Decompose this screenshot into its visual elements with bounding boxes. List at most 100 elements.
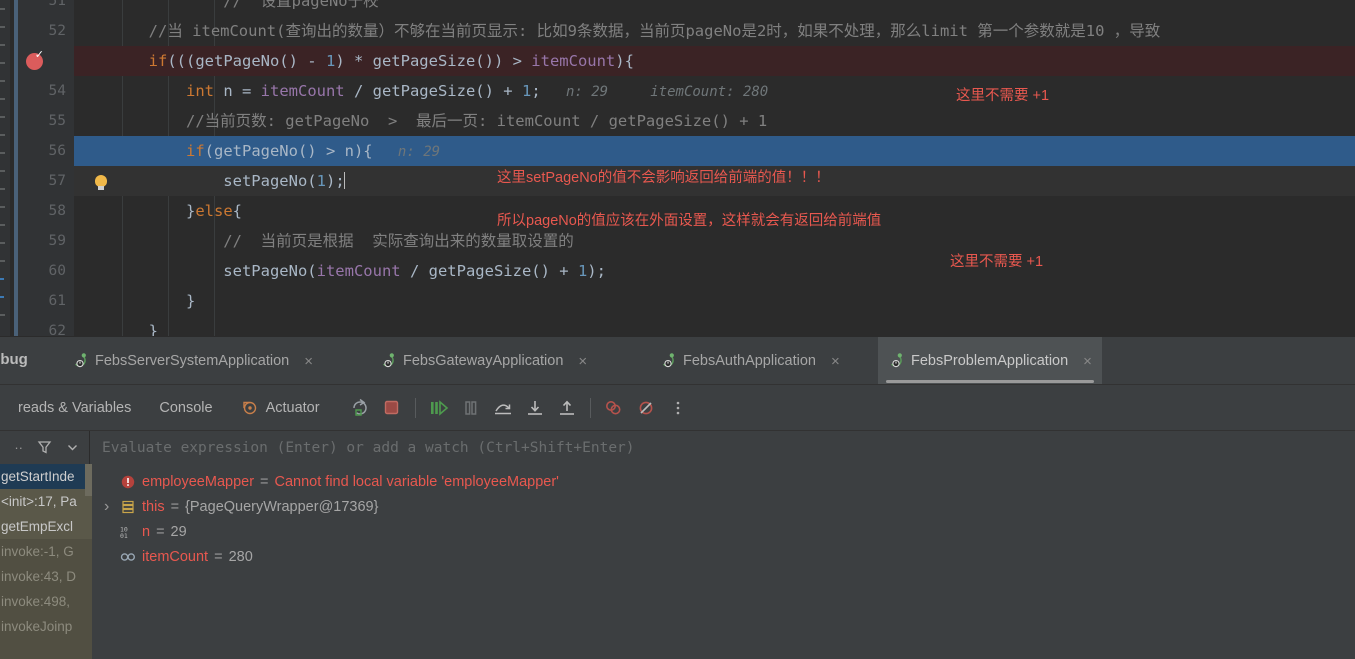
code-token: if [148,52,168,70]
primitive-icon: 10 01 [120,524,136,540]
watch-tools[interactable]: ·· [0,430,90,465]
editor-gutter[interactable]: 51 52 54 55 56 57 58 59 60 61 62 [18,0,74,336]
view-breakpoints-icon[interactable] [601,395,627,421]
run-tab-label: FebsProblemApplication [911,353,1069,369]
close-icon[interactable]: × [578,353,587,370]
debugger-toolbar[interactable]: reads & Variables Console Actuator [0,384,1355,430]
code-token: setPageNo( [74,262,317,280]
inline-debug-hint: n: 29 itemCount: 280 [540,84,769,100]
code-token: else [195,202,233,220]
variable-row[interactable]: 10 01 n = 29 [92,519,1355,544]
marker-tick [0,44,5,46]
code-line[interactable]: } [74,316,1355,336]
more-options-icon[interactable] [665,395,691,421]
frame-row[interactable]: invoke:498, [0,589,92,614]
run-tab-label: FebsGatewayApplication [403,353,564,369]
step-into-icon[interactable] [522,395,548,421]
svg-text:01: 01 [120,532,128,539]
marker-tick [0,134,5,136]
intention-bulb-icon[interactable] [95,175,107,190]
code-annotation: 这里不需要 +1 [956,88,1050,104]
code-line[interactable]: //当前页数: getPageNo > 最后一页: itemCount / ge… [74,106,1355,136]
code-token: { [232,202,242,220]
code-line[interactable]: //当 itemCount(查询出的数量）不够在当前页显示: 比如9条数据，当前… [74,16,1355,46]
gutter-line-number: 59 [48,233,66,249]
code-token: 1 [521,82,532,100]
frame-row[interactable]: getStartInde [0,464,92,489]
filter-icon[interactable] [37,440,52,455]
code-editor[interactable]: 51 52 54 55 56 57 58 59 60 61 62 // 设置pageNo于校 //当… [0,0,1355,336]
tab-actuator[interactable]: Actuator [227,399,334,416]
variable-value: 29 [170,523,187,540]
code-token: } [74,322,158,336]
variable-equals: = [156,523,165,540]
code-line[interactable]: // 设置pageNo于校 [74,0,1355,16]
pause-icon[interactable] [458,395,484,421]
code-token: ){ [615,52,634,70]
step-over-icon[interactable] [490,395,516,421]
code-line[interactable]: setPageNo(itemCount / getPageSize() + 1)… [74,256,1355,286]
marker-tick [0,278,4,280]
run-configuration-tabbar[interactable]: ebug FebsServerSystemApplication×FebsGat… [0,336,1355,385]
toolbar-divider [589,397,591,418]
frames-scrollbar[interactable] [85,464,92,496]
evaluate-expression-input[interactable]: Evaluate expression (Enter) or add a wat… [90,430,1355,465]
code-token: itemCount [316,262,401,280]
frame-row[interactable]: invokeJoinp [0,614,92,639]
inline-debug-hint: n: 29 [372,144,441,160]
chevron-right-icon[interactable]: › [104,498,109,516]
chevron-down-icon[interactable] [66,441,79,454]
stop-icon[interactable] [379,395,405,421]
variable-name: n [142,523,151,540]
gutter-line-number: 55 [48,113,66,129]
resume-icon[interactable] [426,395,452,421]
code-token: (((getPageNo() - [167,52,326,70]
step-out-icon[interactable] [554,395,580,421]
error-icon [120,474,136,490]
gutter-line-number: 57 [48,173,66,189]
run-tab-label: FebsAuthApplication [683,353,816,369]
code-token: //当前页数: getPageNo > 最后一页: itemCount / ge… [74,112,768,130]
variable-value: Cannot find local variable 'employeeMapp… [274,473,559,490]
run-tab[interactable]: FebsProblemApplication × [878,337,1102,385]
variables-panel[interactable]: employeeMapper = Cannot find local variabl… [92,464,1355,659]
frame-row[interactable]: <init>:17, Pa [0,489,92,514]
variable-row[interactable]: itemCount = 280 [92,544,1355,569]
editor-marker-strip[interactable] [0,0,10,336]
run-tab[interactable]: FebsAuthApplication × [650,337,850,385]
code-token: if [185,142,205,160]
code-line[interactable]: int n = itemCount / getPageSize() + 1; n… [74,76,1355,106]
run-tab-label: FebsServerSystemApplication [95,353,290,369]
close-icon[interactable]: × [831,353,840,370]
variable-row[interactable]: employeeMapper = Cannot find local variabl… [92,469,1355,494]
code-token: // 设置pageNo于校 [74,0,379,10]
marker-tick [0,170,5,172]
run-tab[interactable]: FebsGatewayApplication × [370,337,597,385]
code-line[interactable]: if(getPageNo() > n){ n: 29 [74,136,1355,166]
code-token: int [185,82,214,100]
code-token: setPageNo( [74,172,317,190]
tab-console[interactable]: Console [145,400,226,416]
mute-breakpoints-icon[interactable] [633,395,659,421]
gutter-line-number: 56 [48,143,66,159]
close-icon[interactable]: × [1083,353,1092,370]
code-line[interactable]: if(((getPageNo() - 1) * getPageSize()) >… [74,46,1355,76]
tab-threads-and-variables[interactable]: reads & Variables [4,400,145,416]
code-line[interactable]: } [74,286,1355,316]
variable-name: itemCount [142,548,209,565]
run-tab[interactable]: FebsServerSystemApplication × [62,337,323,385]
rerun-icon[interactable] [347,395,373,421]
frame-row[interactable]: getEmpExcl [0,514,92,539]
code-token: } [74,202,196,220]
breakpoint-icon[interactable] [26,48,44,70]
watch-toolbar[interactable]: ·· Evaluate expression (Enter) or add a … [0,430,1355,465]
more-icon[interactable]: ·· [14,440,23,455]
frames-panel[interactable]: getStartInde <init>:17, Pa getEmpExcl invok… [0,464,92,659]
close-icon[interactable]: × [304,353,313,370]
code-token: itemCount [260,82,345,100]
text-caret [343,172,345,189]
frame-row[interactable]: invoke:-1, G [0,539,92,564]
frame-row[interactable]: invoke:43, D [0,564,92,589]
variable-row[interactable]: › this = {PageQueryWrapper@17369} [92,494,1355,519]
